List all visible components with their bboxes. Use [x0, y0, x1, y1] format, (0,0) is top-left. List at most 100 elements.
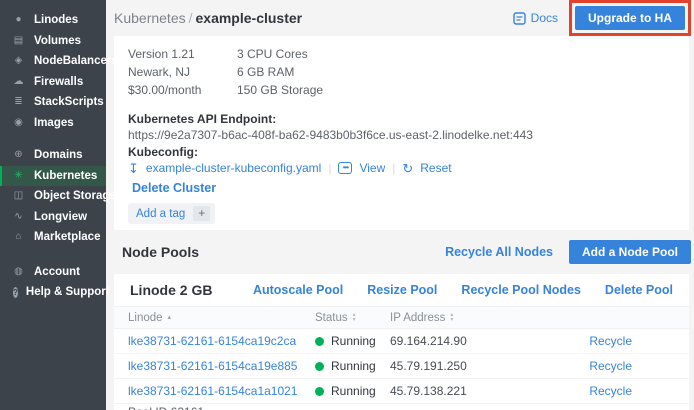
sidebar-item-label: Longview [34, 211, 87, 223]
column-label: Status [315, 312, 348, 324]
sidebar-item-kubernetes[interactable]: ✳ Kubernetes [0, 166, 106, 187]
cluster-specs: Version 1.21 3 CPU Cores Newark, NJ 6 GB… [128, 36, 675, 99]
stackscripts-icon: ≣ [11, 97, 26, 107]
sidebar-item-label: Linodes [34, 14, 78, 26]
annotation-highlight: Upgrade to HA [569, 0, 691, 36]
autoscale-pool-button[interactable]: Autoscale Pool [253, 283, 343, 297]
cluster-summary-card: Version 1.21 3 CPU Cores Newark, NJ 6 GB… [114, 36, 689, 230]
sidebar-group-services: ⊕ Domains ✳ Kubernetes ◫ Object Storage … [0, 145, 106, 248]
kubeconfig-reset-link[interactable]: Reset [420, 161, 451, 175]
column-label: Linode [128, 312, 163, 324]
images-icon: ◉ [11, 118, 26, 128]
node-status: Running [315, 384, 390, 398]
table-row: lke38731-62161-6154ca19e885 Running 45.7… [114, 354, 689, 379]
node-ip: 69.164.214.90 [390, 334, 565, 348]
delete-cluster-button[interactable]: Delete Cluster [128, 181, 216, 197]
sidebar-item-volumes[interactable]: ▤ Volumes [0, 31, 106, 52]
docs-icon [513, 12, 526, 25]
sidebar-item-marketplace[interactable]: ⌂ Marketplace [0, 227, 106, 248]
sidebar: ● Linodes ▤ Volumes ◈ NodeBalancers ☁ Fi… [0, 0, 106, 410]
status-running-icon [315, 362, 324, 371]
recycle-node-button[interactable]: Recycle [565, 334, 675, 348]
sidebar-item-stackscripts[interactable]: ≣ StackScripts [0, 92, 106, 113]
kubeconfig-file-link[interactable]: example-cluster-kubeconfig.yaml [146, 161, 321, 175]
recycle-pool-nodes-button[interactable]: Recycle Pool Nodes [461, 283, 581, 297]
sidebar-item-label: Marketplace [34, 231, 100, 243]
cluster-version: Version 1.21 [128, 45, 237, 63]
kubeconfig-label: Kubeconfig: [128, 145, 675, 159]
node-ip: 45.79.138.221 [390, 384, 565, 398]
delete-pool-button[interactable]: Delete Pool [605, 283, 673, 297]
cluster-cpu: 3 CPU Cores [237, 45, 675, 63]
sidebar-item-firewalls[interactable]: ☁ Firewalls [0, 72, 106, 93]
sidebar-item-nodebalancers[interactable]: ◈ NodeBalancers [0, 51, 106, 72]
sidebar-item-label: Volumes [34, 35, 81, 47]
sidebar-item-label: Object Storage [34, 190, 116, 202]
status-label: Running [331, 384, 376, 398]
breadcrumb-section[interactable]: Kubernetes [114, 10, 186, 26]
pool-id: Pool ID 62161 [114, 404, 689, 410]
docs-link[interactable]: Docs [513, 11, 558, 25]
kubeconfig-row: ↧ example-cluster-kubeconfig.yaml | ••• … [128, 159, 675, 177]
cluster-ram: 6 GB RAM [237, 63, 675, 81]
sidebar-item-label: StackScripts [34, 96, 104, 108]
plus-icon: + [193, 206, 210, 221]
sidebar-item-longview[interactable]: ∿ Longview [0, 207, 106, 228]
add-node-pool-button[interactable]: Add a Node Pool [569, 240, 691, 264]
sidebar-item-object-storage[interactable]: ◫ Object Storage [0, 186, 106, 207]
sidebar-group-compute: ● Linodes ▤ Volumes ◈ NodeBalancers ☁ Fi… [0, 10, 106, 133]
column-header-status[interactable]: Status ▴▾ [315, 312, 390, 324]
reset-icon: ↻ [402, 162, 413, 175]
node-pools-title: Node Pools [122, 244, 445, 260]
sidebar-item-domains[interactable]: ⊕ Domains [0, 145, 106, 166]
sidebar-item-label: Images [34, 117, 74, 129]
kubernetes-icon: ✳ [11, 171, 26, 181]
sort-ascending-icon: ▴ [168, 314, 172, 321]
api-endpoint-label: Kubernetes API Endpoint: [128, 112, 675, 126]
sidebar-item-label: Account [34, 266, 80, 278]
sidebar-item-label: Kubernetes [34, 170, 97, 182]
upgrade-to-ha-button[interactable]: Upgrade to HA [575, 6, 685, 30]
firewall-icon: ☁ [11, 77, 26, 87]
add-tag-button[interactable]: Add a tag + [128, 203, 215, 224]
node-link[interactable]: lke38731-62161-6154ca19e885 [128, 359, 315, 373]
sidebar-item-help-support[interactable]: ? Help & Support [0, 282, 106, 303]
node-ip: 45.79.191.250 [390, 359, 565, 373]
column-header-ip-address[interactable]: IP Address ▴▾ [390, 312, 565, 324]
resize-pool-button[interactable]: Resize Pool [367, 283, 437, 297]
nodebalancer-icon: ◈ [11, 56, 26, 66]
status-label: Running [331, 334, 376, 348]
column-header-linode[interactable]: Linode ▴ [128, 312, 315, 324]
view-icon: ••• [338, 162, 352, 174]
sort-icon: ▴▾ [353, 313, 356, 323]
kubeconfig-view-link[interactable]: View [359, 161, 385, 175]
node-status: Running [315, 359, 390, 373]
table-row: lke38731-62161-6154ca19c2ca Running 69.1… [114, 329, 689, 354]
divider: | [328, 161, 331, 175]
status-running-icon [315, 387, 324, 396]
sidebar-item-account[interactable]: ◍ Account [0, 262, 106, 283]
sidebar-item-images[interactable]: ◉ Images [0, 113, 106, 134]
marketplace-icon: ⌂ [11, 232, 26, 242]
docs-label: Docs [531, 11, 558, 25]
page-header: Kubernetes/example-cluster Docs Upgrade … [106, 0, 694, 36]
sidebar-item-label: Firewalls [34, 76, 83, 88]
sidebar-item-linodes[interactable]: ● Linodes [0, 10, 106, 31]
domains-icon: ⊕ [11, 150, 26, 160]
cluster-price: $30.00/month [128, 81, 237, 99]
node-pool-card: Linode 2 GB Autoscale Pool Resize Pool R… [114, 274, 689, 410]
recycle-node-button[interactable]: Recycle [565, 359, 675, 373]
main-content: Kubernetes/example-cluster Docs Upgrade … [106, 0, 694, 410]
breadcrumb: Kubernetes/example-cluster [114, 10, 513, 26]
column-label: IP Address [390, 312, 445, 324]
recycle-node-button[interactable]: Recycle [565, 384, 675, 398]
table-header: Linode ▴ Status ▴▾ IP Address ▴▾ [114, 306, 689, 329]
api-endpoint-value: https://9e2a7307-b6ac-408f-ba62-9483b0b3… [128, 128, 675, 143]
cluster-storage: 150 GB Storage [237, 81, 675, 99]
object-storage-icon: ◫ [11, 191, 26, 201]
table-row: lke38731-62161-6154ca1a1021 Running 45.7… [114, 379, 689, 404]
node-link[interactable]: lke38731-62161-6154ca19c2ca [128, 334, 315, 348]
node-link[interactable]: lke38731-62161-6154ca1a1021 [128, 384, 315, 398]
recycle-all-nodes-button[interactable]: Recycle All Nodes [445, 245, 553, 259]
download-icon: ↧ [128, 162, 139, 175]
